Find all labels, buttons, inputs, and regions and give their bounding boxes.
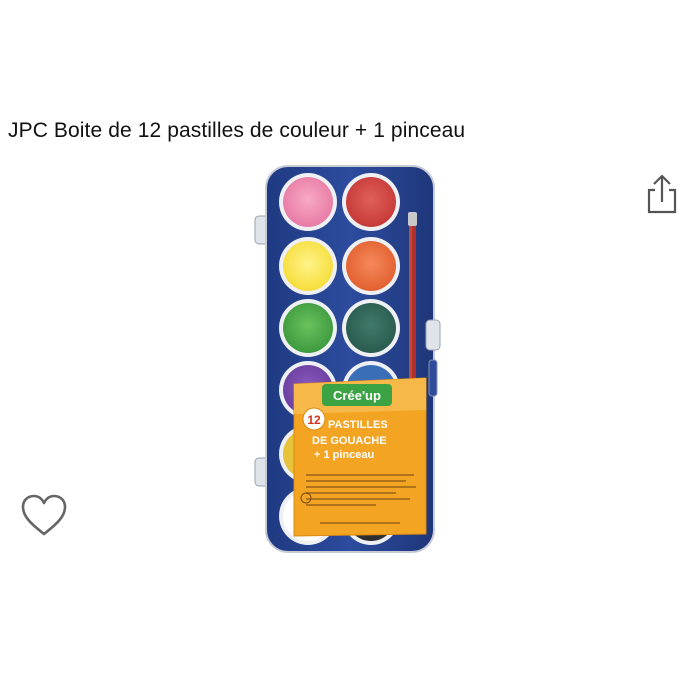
favorite-button[interactable] bbox=[18, 492, 70, 540]
heart-outline-icon bbox=[21, 494, 67, 536]
paint-box-illustration: Crée'up 12 PASTILLES DE GOUACHE + 1 pinc… bbox=[254, 165, 441, 553]
label-line3: + 1 pinceau bbox=[314, 449, 374, 461]
label-line2: DE GOUACHE bbox=[312, 435, 387, 447]
label-brand: Crée'up bbox=[333, 388, 381, 403]
label-line1: PASTILLES bbox=[328, 419, 388, 431]
label-count: 12 bbox=[307, 413, 321, 427]
share-icon bbox=[647, 174, 677, 214]
product-title: JPC Boite de 12 pastilles de couleur + 1… bbox=[8, 119, 466, 142]
share-button[interactable] bbox=[644, 172, 680, 216]
product-image: Crée'up 12 PASTILLES DE GOUACHE + 1 pinc… bbox=[250, 162, 446, 558]
package-label: Crée'up 12 PASTILLES DE GOUACHE + 1 pinc… bbox=[293, 377, 427, 537]
